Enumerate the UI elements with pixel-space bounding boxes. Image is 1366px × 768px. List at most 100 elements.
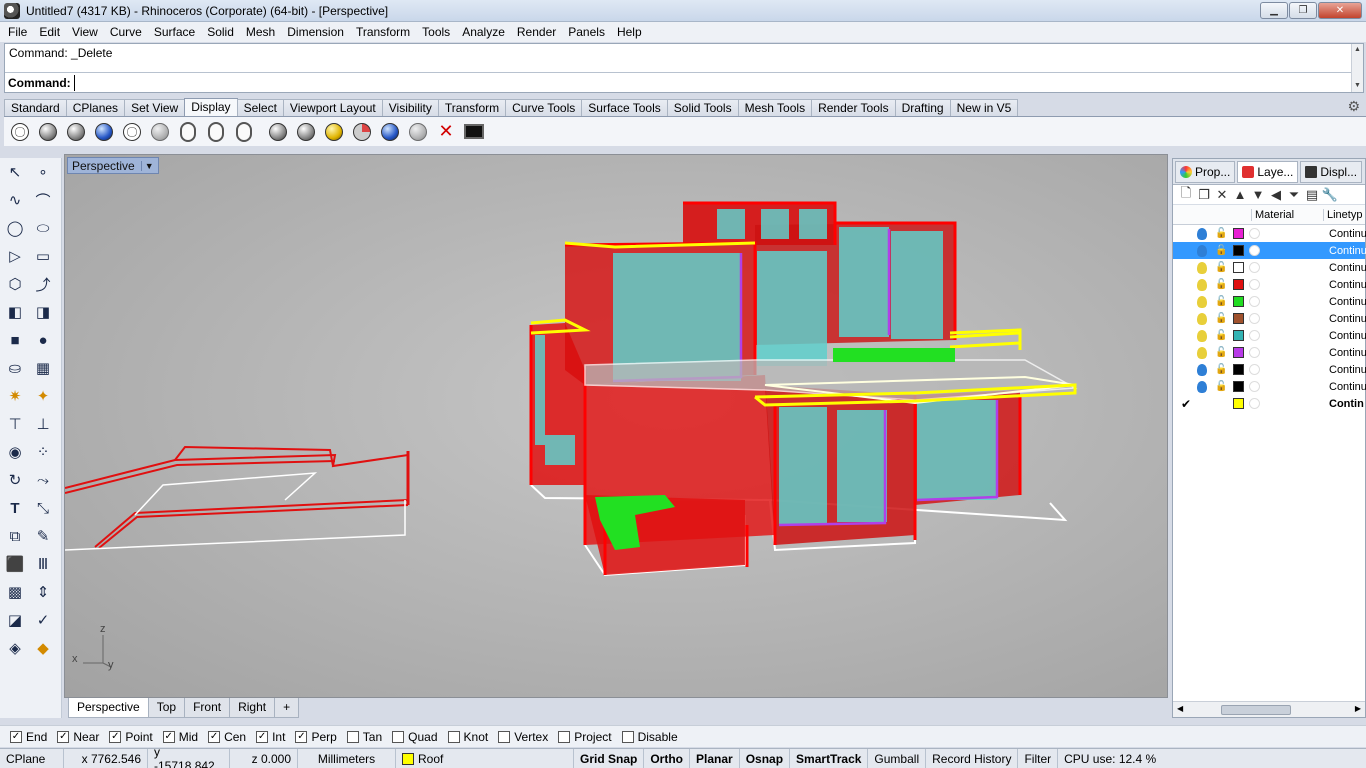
point-icon[interactable]: ∘ (32, 161, 54, 183)
layer-lock-icon[interactable]: 🔓 (1215, 296, 1227, 307)
layer-linetype[interactable]: Continu (1329, 313, 1366, 325)
scroll-left-icon[interactable]: ◀ (1177, 704, 1183, 713)
layer-options-icon[interactable]: ▤ (1303, 187, 1321, 203)
menu-help[interactable]: Help (611, 25, 648, 39)
layer-material-icon[interactable] (1249, 296, 1260, 307)
layer-linetype[interactable]: Contin (1329, 398, 1364, 410)
layer-lock-icon[interactable]: 🔓 (1215, 262, 1227, 273)
layer-lock-icon[interactable]: 🔓 (1215, 313, 1227, 324)
osnap-checkbox[interactable] (392, 730, 405, 743)
extrude-icon[interactable]: ◨ (32, 301, 54, 323)
solid-union-icon[interactable]: ● (32, 329, 54, 351)
menu-solid[interactable]: Solid (201, 25, 240, 39)
delete-layer-icon[interactable]: ✕ (1213, 187, 1231, 203)
rendered-blue-icon[interactable] (92, 120, 116, 144)
rendered-display-icon[interactable] (64, 120, 88, 144)
osnap-checkbox[interactable]: ✓ (208, 730, 221, 743)
layer-row[interactable]: 🔓 Continu (1173, 378, 1366, 395)
matte-sphere-icon[interactable] (294, 120, 318, 144)
osnap-checkbox[interactable]: ✓ (256, 730, 269, 743)
layer-row[interactable]: 🔓 Continu (1173, 242, 1366, 259)
camera-zoom-icon[interactable] (176, 120, 200, 144)
osnap-end[interactable]: ✓ End (10, 730, 47, 744)
layer-row[interactable]: ✔ Contin (1173, 395, 1365, 412)
lights-icon[interactable] (406, 120, 430, 144)
restore-button[interactable]: ❐ (1289, 2, 1317, 19)
linetype-column-header[interactable]: Linetyp (1323, 208, 1362, 221)
osnap-near[interactable]: ✓ Near (57, 730, 99, 744)
layer-visibility-bulb-icon[interactable] (1197, 278, 1207, 291)
tab-properties[interactable]: Prop... (1175, 160, 1236, 183)
layer-lock-icon[interactable]: 🔓 (1215, 228, 1227, 239)
layer-linetype[interactable]: Continu (1329, 262, 1366, 274)
layer-row[interactable]: 🔓 Continu (1173, 276, 1366, 293)
new-layer-icon[interactable]: 🗋 (1177, 184, 1195, 206)
units-indicator[interactable]: Millimeters (298, 748, 396, 768)
layer-visibility-bulb-icon[interactable] (1197, 363, 1207, 376)
menu-analyze[interactable]: Analyze (456, 25, 511, 39)
shaded-display-icon[interactable] (36, 120, 60, 144)
layer-color-swatch[interactable] (1233, 398, 1244, 409)
tab-mesh-tools[interactable]: Mesh Tools (737, 99, 813, 116)
filter-icon[interactable]: ⏷ (1285, 187, 1303, 203)
menu-edit[interactable]: Edit (33, 25, 66, 39)
layer-color-swatch[interactable] (1233, 364, 1244, 375)
scroll-right-icon[interactable]: ▶ (1355, 704, 1361, 713)
osnap-perp[interactable]: ✓ Perp (295, 730, 337, 744)
move-parent-icon[interactable]: ◀ (1267, 187, 1285, 203)
surface-icon[interactable]: ◧ (4, 301, 26, 323)
tab-top[interactable]: Top (147, 698, 186, 718)
menu-render[interactable]: Render (511, 25, 562, 39)
viewport-title[interactable]: Perspective ▼ (67, 157, 159, 174)
layer-visibility-bulb-icon[interactable] (1197, 329, 1207, 342)
layer-row[interactable]: 🔓 Continu (1173, 293, 1366, 310)
block-icon[interactable]: ⬛ (4, 553, 26, 575)
layer-visibility-bulb-icon[interactable] (1197, 312, 1207, 325)
osnap-checkbox[interactable] (498, 730, 511, 743)
menu-view[interactable]: View (66, 25, 104, 39)
layer-material-icon[interactable] (1249, 245, 1260, 256)
tab-perspective[interactable]: Perspective (68, 698, 149, 718)
command-input[interactable] (73, 74, 674, 91)
tab-display[interactable]: Display (184, 98, 238, 116)
cylinder-icon[interactable]: ⛀ (4, 357, 26, 379)
menu-tools[interactable]: Tools (416, 25, 456, 39)
cplane-indicator[interactable]: CPlane (0, 748, 64, 768)
osnap-checkbox[interactable] (558, 730, 571, 743)
analyze-icon[interactable]: ◪ (4, 609, 26, 631)
osnap-checkbox[interactable] (447, 730, 460, 743)
menu-surface[interactable]: Surface (148, 25, 201, 39)
menu-file[interactable]: File (2, 25, 33, 39)
layer-material-icon[interactable] (1249, 313, 1260, 324)
osnap-checkbox[interactable]: ✓ (10, 730, 22, 743)
tab-cplanes[interactable]: CPlanes (65, 99, 126, 116)
filter-toggle[interactable]: Filter (1018, 748, 1059, 768)
osnap-int[interactable]: ✓ Int (256, 730, 285, 744)
array-icon[interactable]: ▩ (4, 581, 26, 603)
scroll-down-icon[interactable]: ▼ (1352, 80, 1363, 92)
layer-row[interactable]: 🔓 Continu (1173, 327, 1366, 344)
move-up-icon[interactable]: ▲ (1231, 187, 1249, 202)
layer-material-icon[interactable] (1249, 398, 1260, 409)
tab-solid-tools[interactable]: Solid Tools (666, 99, 739, 116)
osnap-project[interactable]: Project (558, 730, 612, 744)
layer-icon[interactable]: ◈ (4, 637, 26, 659)
layer-visibility-bulb-icon[interactable] (1197, 380, 1207, 393)
dimension-icon[interactable]: ⇕ (32, 581, 54, 603)
tab-visibility[interactable]: Visibility (381, 99, 439, 116)
layer-color-swatch[interactable] (1233, 279, 1244, 290)
layer-material-icon[interactable] (1249, 347, 1260, 358)
tab-standard[interactable]: Standard (4, 99, 67, 116)
tab-front[interactable]: Front (184, 698, 231, 718)
layer-color-swatch[interactable] (1233, 262, 1244, 273)
osnap-toggle[interactable]: Osnap (740, 748, 791, 768)
model-scene[interactable] (65, 155, 1168, 698)
layer-row[interactable]: 🔓 Continu (1173, 344, 1366, 361)
osnap-point[interactable]: ✓ Point (109, 730, 153, 744)
layer-linetype[interactable]: Continu (1329, 245, 1366, 257)
layer-color-swatch[interactable] (1233, 228, 1244, 239)
panel-horizontal-scrollbar[interactable]: ◀ ▶ (1173, 701, 1365, 717)
tab-layers[interactable]: Laye... (1237, 160, 1299, 183)
points-icon[interactable]: ⁘ (32, 441, 54, 463)
clipping-plane-icon[interactable] (378, 120, 402, 144)
